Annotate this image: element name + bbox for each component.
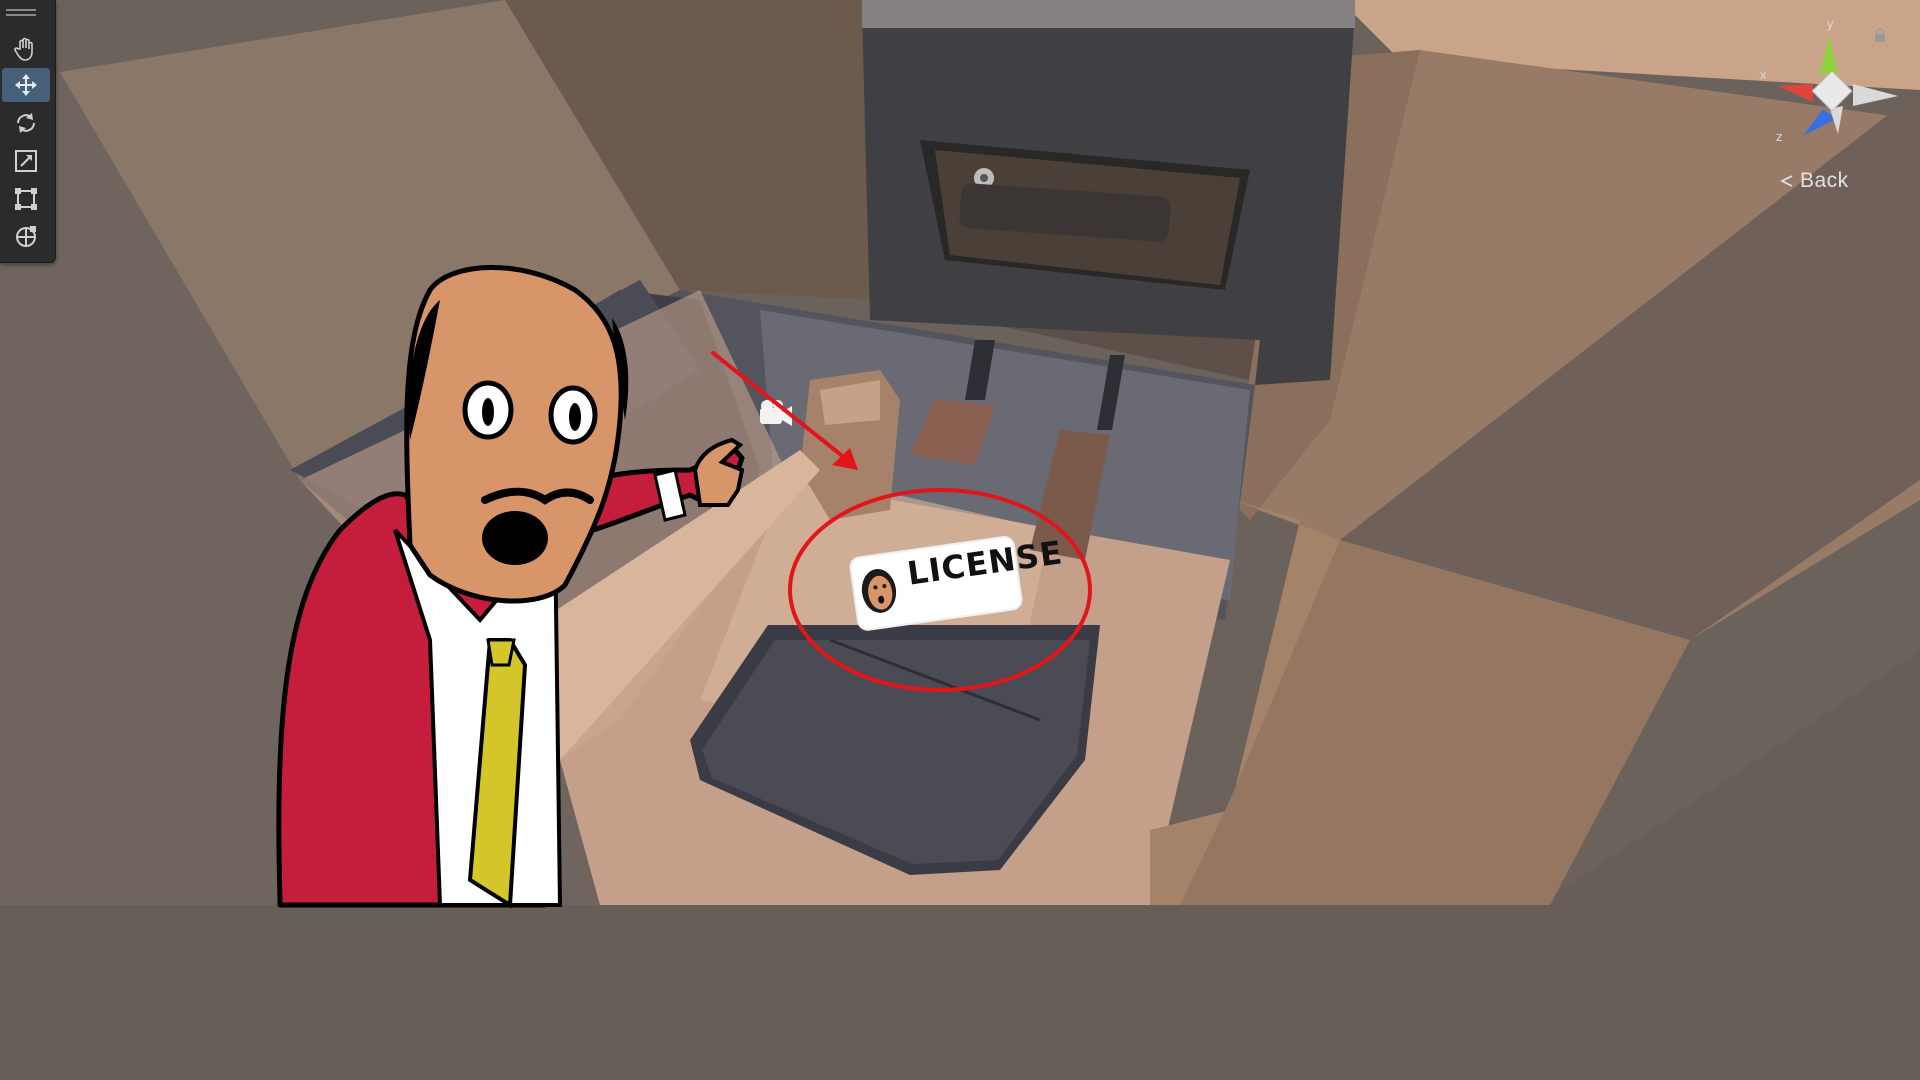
gizmo-axis-z[interactable] xyxy=(1803,109,1836,136)
hand-tool-button[interactable] xyxy=(2,32,50,66)
tool-palette xyxy=(0,0,56,263)
gizmo-axis-x[interactable] xyxy=(1778,84,1813,102)
scene-canvas[interactable] xyxy=(0,0,1920,1080)
scene-view[interactable] xyxy=(0,0,1920,1080)
palette-grip[interactable] xyxy=(6,9,36,19)
gizmo-label-x: x xyxy=(1760,67,1767,82)
gizmo-label-y: y xyxy=(1827,16,1834,31)
gizmo-center-cube[interactable] xyxy=(1811,70,1853,112)
gizmo-axis-x-neg[interactable] xyxy=(1853,84,1898,106)
rotate-icon xyxy=(17,113,35,133)
scale-icon xyxy=(15,150,37,172)
move-tool-button[interactable] xyxy=(2,68,50,102)
hand-icon xyxy=(14,37,33,61)
rect-transform-icon xyxy=(15,188,37,210)
move-icon xyxy=(15,74,37,96)
back-button[interactable]: Back xyxy=(1778,168,1849,194)
rect-tool-button[interactable] xyxy=(2,182,50,216)
open-mouth xyxy=(482,511,548,565)
back-arrow-icon xyxy=(1779,175,1793,187)
rotate-tool-button[interactable] xyxy=(2,106,50,140)
gizmo-axis-y[interactable] xyxy=(1820,36,1838,74)
back-label: Back xyxy=(1800,169,1849,192)
scale-tool-button[interactable] xyxy=(2,144,50,178)
transform-tool-button[interactable] xyxy=(2,220,50,254)
lock-icon[interactable] xyxy=(1873,28,1887,42)
gizmo-label-z: z xyxy=(1776,129,1783,144)
transform-icon xyxy=(16,226,36,247)
